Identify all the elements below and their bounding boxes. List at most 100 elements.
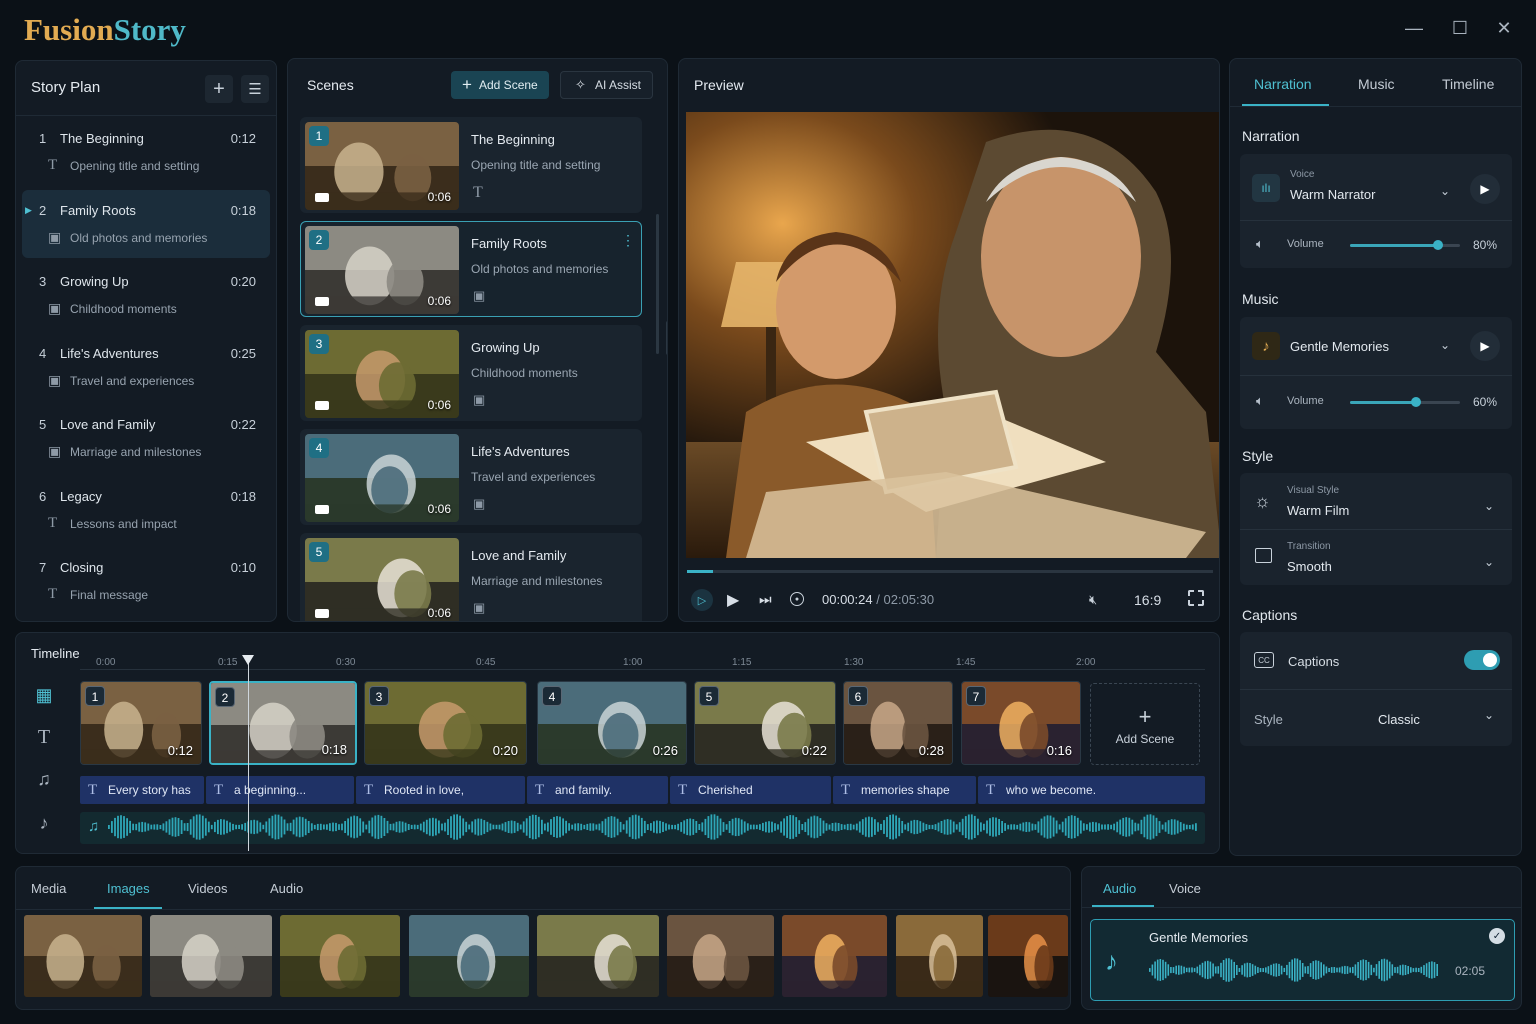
timeline-add-scene-button[interactable]: + Add Scene — [1090, 683, 1200, 765]
text-track-icon[interactable]: T — [31, 725, 57, 749]
scene-card[interactable]: 1 0:06 The Beginning Opening title and s… — [300, 117, 642, 213]
chevron-down-icon[interactable]: ⌄ — [1484, 708, 1494, 722]
add-icon[interactable]: + — [205, 75, 233, 103]
timeline-clip[interactable]: 1 0:12 — [80, 681, 202, 765]
waveform-icon: ılı — [1252, 174, 1280, 202]
aspect-ratio[interactable]: 16:9 — [1134, 592, 1161, 608]
timeline-clip[interactable]: 3 0:20 — [364, 681, 527, 765]
media-thumbnail[interactable] — [409, 915, 529, 997]
tab-audio[interactable]: Audio — [270, 881, 303, 896]
media-thumbnail[interactable] — [988, 915, 1068, 997]
story-plan-item[interactable]: ▶ 2 Family Roots 0:18 ▣ Old photos and me… — [22, 189, 270, 258]
playhead-handle[interactable] — [242, 655, 254, 665]
tab-videos[interactable]: Videos — [188, 881, 228, 896]
voice-track-icon[interactable]: ♪ — [31, 811, 57, 835]
caption-clip[interactable]: Cherished — [670, 776, 831, 804]
narration-volume-slider[interactable] — [1350, 240, 1460, 250]
caption-clip[interactable]: a beginning... — [206, 776, 354, 804]
timeline-panel: Timeline 0:00 0:15 0:30 0:45 1:00 1:15 1:30 1:4… — [15, 632, 1220, 854]
caption-style-select[interactable]: Classic — [1378, 712, 1420, 727]
music-volume-slider[interactable] — [1350, 397, 1460, 407]
timeline-clip[interactable]: 2 0:18 — [209, 681, 357, 765]
scroll-track[interactable] — [656, 214, 659, 354]
film-icon[interactable]: ▦ — [31, 683, 57, 707]
item-number: 3 — [39, 274, 47, 289]
media-thumbnail[interactable] — [782, 915, 887, 997]
caption-clip[interactable]: Rooted in love, — [356, 776, 525, 804]
more-vertical-icon[interactable]: ⋮ — [621, 232, 635, 249]
audio-track-card[interactable]: ♪ Gentle Memories 02:05 ✓ — [1090, 919, 1515, 1001]
music-select[interactable]: Gentle Memories — [1290, 339, 1389, 354]
chevron-down-icon[interactable]: ⌄ — [1484, 499, 1494, 513]
caption-clip[interactable]: and family. — [527, 776, 668, 804]
story-plan-item[interactable]: 3 Growing Up 0:20 ▣ Childhood moments — [22, 261, 270, 329]
item-duration: 0:12 — [230, 131, 256, 146]
media-thumbnail[interactable] — [667, 915, 774, 997]
scene-title: Growing Up — [471, 340, 540, 355]
tab-voice[interactable]: Voice — [1169, 881, 1201, 896]
timeline-clip[interactable]: 5 0:22 — [694, 681, 836, 765]
story-plan-item[interactable]: 4 Life's Adventures 0:25 ▣ Travel and ex… — [22, 333, 270, 401]
item-title: The Beginning — [60, 131, 144, 146]
maximize-icon[interactable]: ☐ — [1448, 16, 1472, 40]
play-music-button[interactable]: ▶ — [1470, 331, 1500, 361]
tab-audio[interactable]: Audio — [1103, 881, 1136, 896]
story-plan-item[interactable]: 1 The Beginning 0:12 T Opening title and… — [22, 118, 270, 186]
chevron-down-icon[interactable]: ⌄ — [1440, 184, 1450, 198]
close-icon[interactable]: ✕ — [1492, 16, 1516, 40]
play-circle-icon[interactable]: ▷ — [691, 589, 713, 611]
video-icon — [315, 401, 329, 410]
fullscreen-icon[interactable] — [1188, 590, 1204, 606]
tab-music[interactable]: Music — [1358, 76, 1395, 92]
play-voice-button[interactable]: ▶ — [1470, 174, 1500, 204]
visual-style-select[interactable]: Warm Film — [1287, 503, 1349, 518]
resize-handle[interactable] — [666, 321, 667, 355]
loop-icon[interactable]: ● — [790, 592, 804, 606]
scene-subtitle: Travel and experiences — [471, 470, 596, 484]
play-icon[interactable]: ▶ — [727, 590, 739, 610]
check-icon[interactable]: ✓ — [1489, 928, 1505, 944]
add-scene-button[interactable]: + Add Scene — [451, 71, 549, 99]
preview-video[interactable] — [686, 112, 1220, 558]
scene-card[interactable]: 3 0:06 Growing Up Childhood moments ▣ — [300, 325, 642, 421]
music-track-icon[interactable]: ♫ — [31, 767, 57, 791]
list-icon[interactable]: ☰ — [241, 75, 269, 103]
video-icon — [315, 193, 329, 202]
skip-forward-icon[interactable]: ⏭ — [759, 591, 772, 608]
volume-mute-icon[interactable]: 🔇︎ — [1089, 592, 1097, 608]
caption-clip[interactable]: who we become. — [978, 776, 1205, 804]
story-plan-item[interactable]: 6 Legacy 0:18 T Lessons and impact — [22, 476, 270, 544]
scene-card[interactable]: 4 0:06 Life's Adventures Travel and expe… — [300, 429, 642, 525]
scenes-panel: Scenes + Add Scene ✧ AI Assist 1 0:06 The … — [287, 58, 668, 622]
timeline-clip[interactable]: 7 0:16 — [961, 681, 1081, 765]
captions-toggle[interactable] — [1464, 650, 1500, 670]
item-number: 1 — [39, 131, 47, 146]
caption-clip[interactable]: Every story has — [80, 776, 204, 804]
transition-select[interactable]: Smooth — [1287, 559, 1332, 574]
media-thumbnail[interactable] — [896, 915, 983, 997]
minimize-icon[interactable]: — — [1402, 16, 1426, 40]
media-thumbnail[interactable] — [150, 915, 272, 997]
media-thumbnail[interactable] — [537, 915, 659, 997]
tab-timeline[interactable]: Timeline — [1442, 76, 1494, 92]
chevron-down-icon[interactable]: ⌄ — [1440, 338, 1450, 352]
timeline-clip[interactable]: 6 0:28 — [843, 681, 953, 765]
media-thumbnail[interactable] — [280, 915, 400, 997]
story-plan-item[interactable]: 5 Love and Family 0:22 ▣ Marriage and mi… — [22, 404, 270, 472]
story-plan-item[interactable]: 7 Closing 0:10 T Final message — [22, 547, 270, 615]
caption-clip[interactable]: memories shape — [833, 776, 976, 804]
chevron-down-icon[interactable]: ⌄ — [1484, 555, 1494, 569]
tab-media[interactable]: Media — [31, 881, 66, 896]
playhead[interactable] — [248, 663, 249, 851]
voice-select[interactable]: Warm Narrator — [1290, 187, 1375, 202]
tab-narration[interactable]: Narration — [1254, 76, 1312, 92]
tab-images[interactable]: Images — [107, 881, 150, 896]
timeline-clip[interactable]: 4 0:26 — [537, 681, 687, 765]
preview-progress[interactable] — [687, 570, 1213, 573]
timeline-tick: 1:00 — [623, 657, 643, 668]
ai-assist-button[interactable]: ✧ AI Assist — [560, 71, 653, 99]
scene-card[interactable]: 2 0:06 Family Roots Old photos and memor… — [300, 221, 642, 317]
scene-card[interactable]: 5 0:06 Love and Family Marriage and mile… — [300, 533, 642, 621]
scene-duration: 0:06 — [427, 606, 451, 620]
media-thumbnail[interactable] — [24, 915, 142, 997]
